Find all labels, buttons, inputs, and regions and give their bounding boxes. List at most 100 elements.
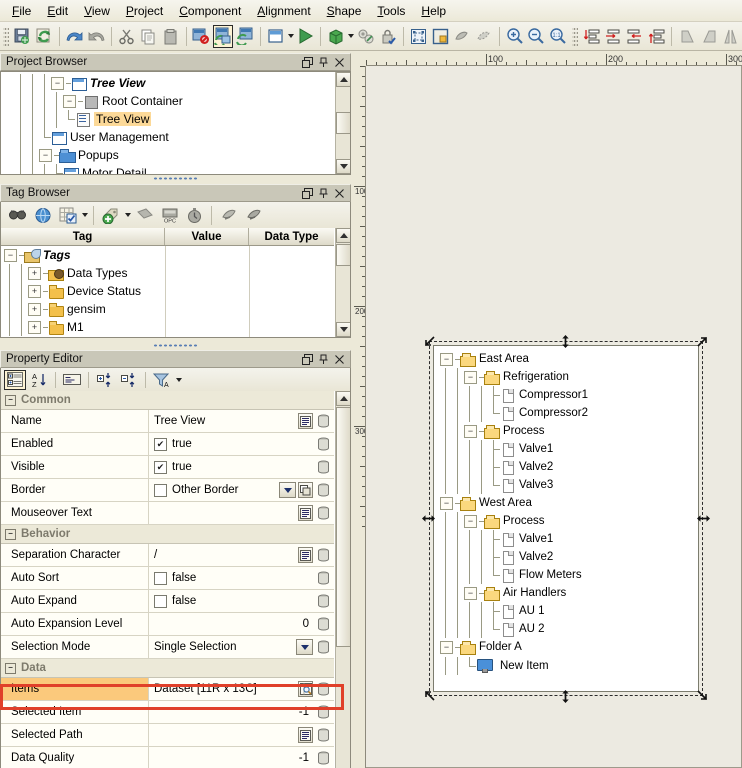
border-editor-icon[interactable] (298, 482, 313, 498)
flip-v-icon[interactable] (721, 25, 741, 48)
property-value[interactable] (149, 724, 296, 746)
ctree-node-compressor1[interactable]: Compressor1 (438, 386, 698, 404)
text-editor-icon[interactable] (298, 727, 313, 743)
filter-icon[interactable]: A (151, 370, 173, 390)
tree-node-root-container[interactable]: − Root Container (1, 92, 334, 110)
categorized-view-icon[interactable] (4, 369, 26, 390)
tag-filter-icon[interactable] (133, 204, 156, 227)
property-row-border[interactable]: Border Other Border (1, 479, 334, 502)
property-row-enabled[interactable]: Enabled ✔ true (1, 433, 334, 456)
package-dropdown-icon[interactable] (347, 25, 355, 48)
expander-plus-icon[interactable]: + (28, 302, 41, 316)
tree-node-tree-view-component[interactable]: Tree View (1, 110, 334, 128)
undo-icon[interactable] (65, 25, 85, 48)
tag-table-icon[interactable] (56, 204, 79, 227)
property-value[interactable]: -1 (149, 747, 313, 768)
expander-minus-icon[interactable]: − (39, 148, 52, 162)
expander-minus-icon[interactable]: − (440, 496, 453, 510)
checkbox-checked-icon[interactable]: ✔ (154, 437, 167, 451)
ctree-node-valve3-east[interactable]: Valve3 (438, 476, 698, 494)
edit-window-icon[interactable] (213, 24, 234, 48)
tag-row-data-types[interactable]: + Data Types (1, 264, 334, 282)
menu-project[interactable]: Project (118, 1, 171, 21)
pin-icon[interactable] (316, 55, 331, 69)
tag-browser-scrollbar[interactable] (335, 228, 350, 337)
property-value[interactable]: Single Selection (149, 636, 294, 658)
ctree-node-new-item[interactable]: New Item (438, 656, 698, 676)
menu-alignment[interactable]: Alignment (249, 1, 318, 21)
timer-icon[interactable] (183, 204, 206, 227)
tag-browser-table[interactable]: Tag Value Data Type − Tags + Data Types (0, 228, 351, 338)
property-value[interactable]: ✔ true (149, 456, 313, 478)
project-browser-scrollbar[interactable] (335, 72, 350, 174)
alphabetical-sort-icon[interactable]: AZ (28, 370, 50, 390)
property-value[interactable]: ✔ true (149, 433, 313, 455)
preview-mode-icon[interactable] (266, 25, 286, 48)
binding-icon[interactable] (315, 570, 332, 587)
find-tag-icon[interactable] (6, 204, 29, 227)
float-icon[interactable] (300, 352, 315, 366)
paste-icon[interactable] (161, 25, 181, 48)
expander-plus-icon[interactable]: + (28, 284, 41, 298)
tag-globe-icon[interactable] (31, 204, 54, 227)
tree-node-tree-view-window[interactable]: − Tree View (1, 74, 334, 92)
zoom-in-icon[interactable] (505, 25, 525, 48)
scroll-up-button[interactable] (336, 72, 350, 87)
menu-file[interactable]: FFileile (4, 1, 39, 21)
property-row-auto-expansion-level[interactable]: Auto Expansion Level 0 (1, 613, 334, 636)
binding-icon[interactable] (315, 413, 332, 430)
expander-minus-icon[interactable]: − (464, 514, 477, 528)
redo-icon[interactable] (86, 25, 106, 48)
tag-row-m1[interactable]: + M1 (1, 318, 334, 336)
scroll-down-button[interactable] (336, 159, 350, 174)
ctree-node-west-area[interactable]: − West Area (438, 494, 698, 512)
expander-minus-icon[interactable]: − (464, 586, 477, 600)
ctree-node-au-1[interactable]: AU 1 (438, 602, 698, 620)
checkbox-unchecked-icon[interactable] (154, 594, 167, 608)
menu-tools[interactable]: Tools (369, 1, 413, 21)
close-icon[interactable] (332, 186, 347, 200)
binding-icon[interactable] (315, 681, 332, 698)
ctree-node-valve2-west[interactable]: Valve2 (438, 548, 698, 566)
expand-all-icon[interactable] (94, 370, 116, 390)
expander-plus-icon[interactable]: + (28, 266, 41, 280)
property-value[interactable]: / (149, 544, 296, 566)
copy-icon[interactable] (139, 25, 159, 48)
scroll-thumb[interactable] (336, 407, 350, 647)
property-row-separation-character[interactable]: Separation Character / (1, 544, 334, 567)
align-right-icon[interactable] (625, 25, 645, 48)
menu-edit[interactable]: Edit (39, 1, 76, 21)
tag-table-dropdown-icon[interactable] (80, 204, 89, 227)
text-editor-icon[interactable] (298, 505, 313, 521)
expander-minus-icon[interactable]: − (5, 662, 16, 674)
property-row-data-quality[interactable]: Data Quality -1 (1, 747, 334, 768)
align-left-icon[interactable] (603, 25, 623, 48)
property-row-visible[interactable]: Visible ✔ true (1, 456, 334, 479)
align-bottom-icon[interactable] (647, 25, 667, 48)
checkbox-checked-icon[interactable]: ✔ (154, 460, 167, 474)
opc-icon[interactable]: OPC (158, 204, 181, 227)
property-group-behavior[interactable]: − Behavior (1, 525, 334, 544)
binding-icon[interactable] (315, 727, 332, 744)
toolbar-grip[interactable] (3, 26, 10, 46)
description-icon[interactable] (61, 370, 83, 390)
scroll-up-button[interactable] (336, 228, 350, 243)
column-header-tag[interactable]: Tag (1, 228, 165, 245)
property-value[interactable]: 0 (149, 613, 313, 635)
binding-icon[interactable] (315, 436, 332, 453)
resize-s-handle[interactable] (560, 690, 571, 703)
binding-icon[interactable] (315, 547, 332, 564)
scroll-thumb[interactable] (336, 112, 350, 134)
flip-h-icon[interactable] (699, 25, 719, 48)
pin-icon[interactable] (316, 186, 331, 200)
text-editor-icon[interactable] (298, 413, 313, 429)
tree-node-motor-detail[interactable]: Motor Detail (1, 164, 334, 174)
menu-help[interactable]: Help (413, 1, 454, 21)
float-icon[interactable] (300, 186, 315, 200)
package-icon[interactable] (326, 25, 346, 48)
new-window-icon[interactable] (235, 25, 255, 48)
checkbox-unchecked-icon[interactable] (154, 571, 167, 585)
property-group-data[interactable]: − Data (1, 659, 334, 678)
collapse-all-icon[interactable] (118, 370, 140, 390)
ungroup-icon[interactable] (474, 25, 494, 48)
